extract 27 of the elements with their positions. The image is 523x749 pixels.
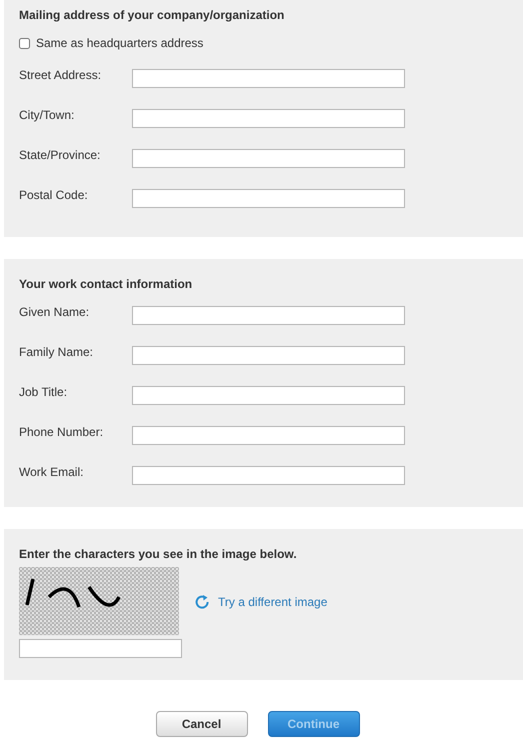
input-field[interactable] [132, 306, 405, 324]
input-field[interactable] [132, 188, 405, 208]
section-title: Enter the characters you see in the image below. [19, 546, 298, 563]
field-label: State/Province: [19, 147, 102, 164]
section-title: Mailing address of your company/organization [19, 7, 286, 24]
captcha-input[interactable] [19, 639, 182, 658]
cancel-button[interactable]: Cancel [156, 711, 248, 737]
field-label: Given Name: [19, 304, 90, 321]
input-field[interactable] [132, 108, 405, 128]
field-label: Street Address: [19, 67, 102, 84]
checkbox-label: Same as headquarters address [36, 35, 204, 52]
field-label: Job Title: [19, 384, 68, 401]
refresh-link[interactable]: Try a different image [195, 592, 328, 610]
input-field[interactable] [132, 68, 405, 88]
input-field[interactable] [132, 346, 405, 364]
refresh-icon [195, 594, 210, 610]
section-title: Your work contact information [19, 276, 194, 293]
field-label: Family Name: [19, 344, 94, 361]
input-field[interactable] [132, 386, 405, 404]
field-label: Phone Number: [19, 424, 104, 441]
input-field[interactable] [132, 148, 405, 168]
field-label: Postal Code: [19, 187, 89, 204]
input-field[interactable] [132, 466, 405, 484]
input-field[interactable] [132, 426, 405, 444]
checkbox[interactable] [19, 38, 30, 48]
field-label: City/Town: [19, 107, 76, 124]
field-label: Work Email: [19, 464, 84, 481]
